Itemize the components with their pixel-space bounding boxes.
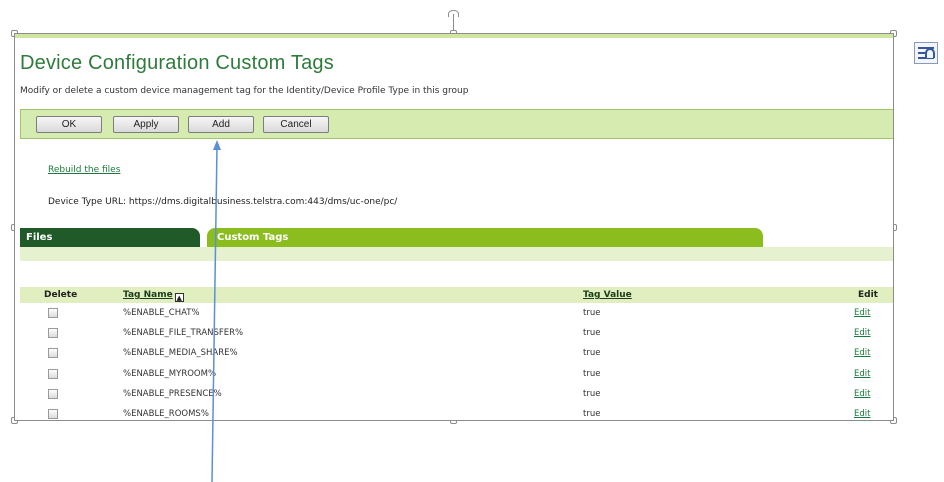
annotation-arrow xyxy=(211,140,221,482)
arrow-head xyxy=(213,140,221,150)
arrow-shaft xyxy=(211,145,218,482)
